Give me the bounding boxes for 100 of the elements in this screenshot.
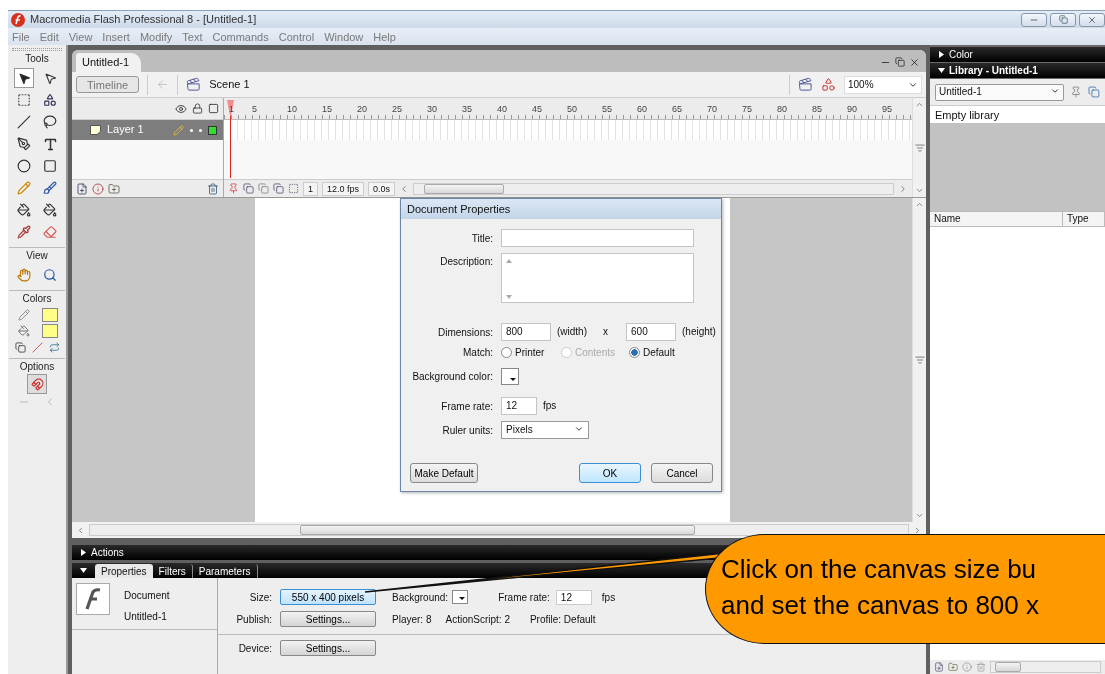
device-settings-button[interactable]: Settings... [280, 640, 376, 656]
document-tab[interactable]: Untitled-1 [76, 53, 142, 72]
brush-icon [43, 181, 57, 195]
publish-settings-button[interactable]: Settings... [280, 611, 376, 627]
outline-square-icon[interactable] [208, 103, 219, 114]
timeline-button[interactable]: Timeline [76, 76, 140, 93]
radio-icon[interactable] [501, 347, 512, 358]
default-colors-icon[interactable] [14, 342, 26, 353]
actionscript-version: ActionScript: 2 [445, 613, 510, 625]
vertical-scrollbar[interactable] [912, 98, 926, 197]
layer-row[interactable]: Layer 1 [72, 120, 223, 140]
fps-unit: fps [543, 400, 557, 412]
field-label: Description: [439, 255, 493, 267]
frame-rate-field[interactable]: 12 [501, 397, 537, 415]
radio-option[interactable]: Printer [501, 347, 555, 358]
search-icon [43, 268, 57, 282]
collapsed-triangle-icon[interactable] [80, 549, 87, 556]
menu-item[interactable]: View [68, 30, 93, 43]
section-label: Options [19, 361, 55, 372]
delete-trash-icon[interactable] [976, 662, 986, 672]
title-field[interactable] [501, 229, 694, 247]
new-symbol-icon[interactable] [934, 662, 944, 672]
column-heading[interactable]: Name [930, 212, 1063, 226]
new-folder-icon[interactable] [948, 662, 958, 672]
insert-folder-icon[interactable] [108, 182, 120, 195]
selection-tool[interactable] [14, 68, 34, 88]
frame-rate-field[interactable]: 12 [555, 589, 592, 605]
frame-number: 45 [532, 103, 543, 114]
vertical-scrollbar[interactable] [912, 198, 926, 522]
column-heading[interactable]: Type [1063, 212, 1105, 226]
background-color-swatch[interactable] [452, 590, 469, 604]
lock-icon[interactable] [192, 103, 203, 114]
frame-number: 20 [357, 103, 368, 114]
menu-item[interactable]: Help [373, 30, 396, 43]
expanded-triangle-icon[interactable] [80, 567, 87, 574]
menu-item[interactable]: Control [278, 30, 315, 43]
frame-number: 15 [322, 103, 333, 114]
new-library-icon[interactable] [1088, 86, 1100, 98]
menu-item[interactable]: Edit [39, 30, 59, 43]
dialog-button[interactable]: Make Default [410, 463, 478, 483]
swap-colors-icon[interactable] [48, 342, 60, 353]
close-button[interactable] [1079, 12, 1105, 27]
color-swatch-picker[interactable] [501, 368, 519, 385]
zoom-dropdown[interactable]: 100% [844, 75, 922, 94]
description-field[interactable] [501, 253, 694, 303]
section-label: Colors [22, 293, 52, 304]
menu-item[interactable]: Commands [212, 30, 269, 43]
snap-magnet-tool[interactable] [27, 374, 47, 394]
line-icon [17, 115, 31, 129]
scroll-right-icon [913, 525, 922, 535]
radio-option[interactable]: Default [629, 347, 675, 358]
radio-icon[interactable] [629, 347, 640, 358]
minimize-button[interactable] [1021, 12, 1047, 27]
horizontal-scrollbar[interactable] [72, 522, 926, 538]
square-icon [43, 159, 57, 173]
color-panel-bar[interactable]: Color [930, 47, 1105, 62]
arrow-icon [17, 71, 31, 85]
delete-trash-icon[interactable] [207, 182, 219, 195]
menu-item[interactable]: Insert [102, 30, 130, 43]
scroll-right-icon[interactable] [898, 183, 908, 194]
dialog-button[interactable]: OK [579, 463, 641, 483]
close-icon[interactable] [909, 57, 920, 68]
outline-color-square[interactable] [208, 125, 217, 135]
lock-dot[interactable] [199, 128, 202, 132]
width-field[interactable]: 800 [501, 323, 551, 341]
frame-number: 65 [672, 103, 683, 114]
visibility-dot[interactable] [190, 128, 193, 132]
expanded-triangle-icon[interactable] [938, 67, 945, 74]
horizontal-scrollbar[interactable] [990, 661, 1101, 673]
times-sign: x [603, 326, 608, 338]
panel-tab[interactable]: Properties [95, 564, 153, 578]
panel-grip[interactable] [12, 48, 62, 51]
eye-icon[interactable] [175, 102, 187, 115]
collapsed-triangle-icon[interactable] [938, 51, 945, 58]
bucket-icon [18, 325, 30, 337]
horizontal-scrollbar[interactable] [413, 182, 894, 195]
no-color-icon[interactable] [31, 342, 43, 353]
grip-icon [914, 142, 925, 153]
restore-icon[interactable] [895, 57, 905, 67]
canvas-size-button[interactable]: 550 x 400 pixels [280, 589, 376, 605]
menu-item[interactable]: Text [182, 30, 203, 43]
playhead[interactable] [227, 100, 234, 180]
field-label: Background: [392, 591, 449, 603]
ruler-units-dropdown[interactable]: Pixels [501, 421, 589, 439]
pin-icon[interactable] [1070, 86, 1083, 98]
stroke-color-swatch[interactable] [42, 308, 58, 322]
menu-item[interactable]: Modify [139, 30, 173, 43]
caret-icon [459, 597, 466, 600]
fill-color-swatch[interactable] [42, 324, 58, 338]
clapperboard-icon[interactable] [798, 77, 813, 92]
insert-layer-icon[interactable] [76, 182, 88, 195]
restore-button[interactable] [1050, 12, 1076, 27]
menu-item[interactable]: Window [324, 30, 364, 43]
height-field[interactable]: 600 [626, 323, 676, 341]
library-dropdown[interactable]: Untitled-1 [935, 83, 1065, 101]
frame-rate: 12.0 fps [322, 181, 365, 196]
menu-item[interactable]: File [12, 30, 30, 43]
dialog-button[interactable]: Cancel [651, 463, 713, 483]
library-panel-bar[interactable]: Library - Untitled-1 [930, 63, 1105, 78]
shapes-icon[interactable] [821, 77, 836, 92]
